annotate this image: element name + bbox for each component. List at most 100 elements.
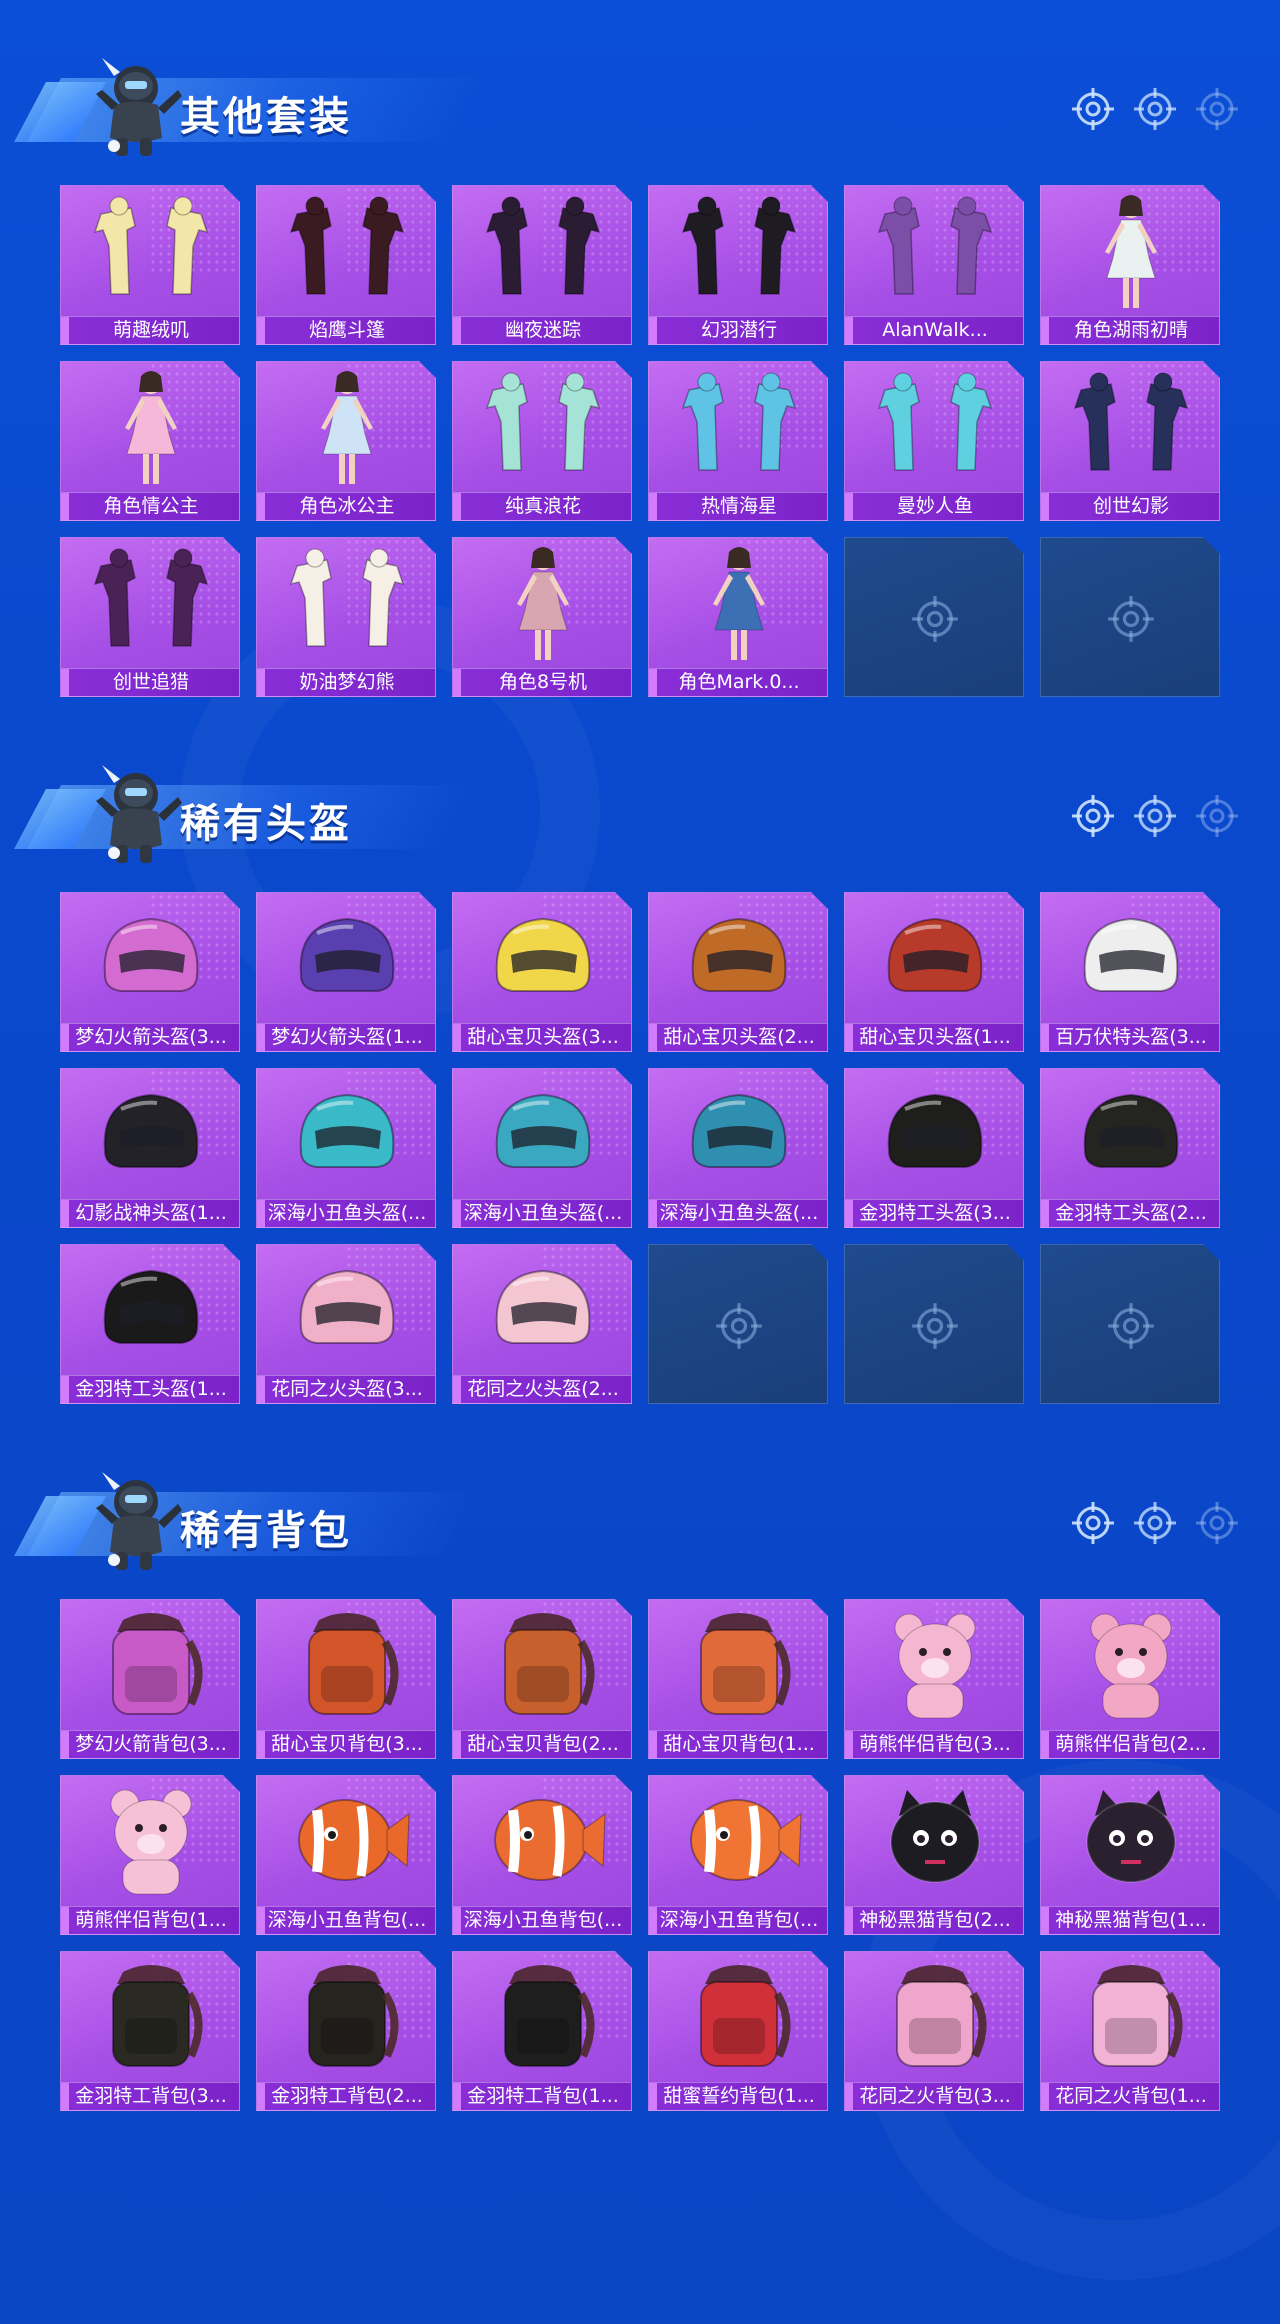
crosshair-icon <box>1070 1500 1116 1546</box>
item-card[interactable]: 甜心宝贝头盔(3... <box>452 892 632 1052</box>
item-card[interactable]: 金羽特工背包(3... <box>60 1951 240 2111</box>
item-card[interactable]: 花同之火背包(1... <box>1040 1951 1220 2111</box>
crosshair-icon <box>910 1301 960 1351</box>
item-label: 花同之火背包(3... <box>845 2082 1023 2110</box>
skydiving-character-icon <box>92 50 182 162</box>
item-card[interactable]: 深海小丑鱼头盔(... <box>452 1068 632 1228</box>
item-label: 花同之火头盔(3... <box>257 1375 435 1403</box>
item-card[interactable]: 奶油梦幻熊 <box>256 537 436 697</box>
item-label: 百万伏特头盔(3... <box>1041 1023 1219 1051</box>
crosshair-icon <box>1070 86 1116 132</box>
item-card[interactable]: 梦幻火箭头盔(1... <box>256 892 436 1052</box>
crosshair-icon <box>1132 793 1178 839</box>
item-label: 萌熊伴侣背包(2... <box>1041 1730 1219 1758</box>
empty-slot <box>1040 537 1220 697</box>
item-card[interactable]: 幻影战神头盔(1... <box>60 1068 240 1228</box>
item-label: 幻羽潜行 <box>649 316 827 344</box>
item-label: 神秘黑猫背包(2... <box>845 1906 1023 1934</box>
item-label: 创世幻影 <box>1041 492 1219 520</box>
crosshair-icon <box>1194 793 1240 839</box>
item-card[interactable]: 梦幻火箭背包(3... <box>60 1599 240 1759</box>
item-card[interactable]: 深海小丑鱼头盔(... <box>648 1068 828 1228</box>
crosshair-icon <box>714 1301 764 1351</box>
item-card[interactable]: 萌熊伴侣背包(3... <box>844 1599 1024 1759</box>
item-card[interactable]: 曼妙人鱼 <box>844 361 1024 521</box>
item-label: 焰鹰斗篷 <box>257 316 435 344</box>
item-card[interactable]: 花同之火背包(3... <box>844 1951 1024 2111</box>
section-header: 其他套装 <box>14 50 482 170</box>
item-label: 幻影战神头盔(1... <box>61 1199 239 1227</box>
section-2: 稀有头盔 梦幻火箭头盔(3... 梦幻火箭头盔(1... 甜心宝贝头盔(3...… <box>0 757 1280 1447</box>
crosshair-icon <box>1132 86 1178 132</box>
item-card[interactable]: 萌趣绒叽 <box>60 185 240 345</box>
item-label: 金羽特工背包(1... <box>453 2082 631 2110</box>
item-card[interactable]: 角色情公主 <box>60 361 240 521</box>
skydiving-character-icon <box>92 1464 182 1576</box>
item-card[interactable]: 金羽特工背包(2... <box>256 1951 436 2111</box>
section-crosshair-decor <box>1070 793 1250 843</box>
item-card[interactable]: 幽夜迷踪 <box>452 185 632 345</box>
crosshair-icon <box>1132 1500 1178 1546</box>
item-label: 金羽特工头盔(1... <box>61 1375 239 1403</box>
section-crosshair-decor <box>1070 1500 1250 1550</box>
item-label: 角色8号机 <box>453 668 631 696</box>
item-card[interactable]: 纯真浪花 <box>452 361 632 521</box>
empty-slot <box>1040 1244 1220 1404</box>
item-card[interactable]: 角色8号机 <box>452 537 632 697</box>
item-card[interactable]: 甜心宝贝头盔(2... <box>648 892 828 1052</box>
item-card[interactable]: 花同之火头盔(3... <box>256 1244 436 1404</box>
item-card[interactable]: 金羽特工背包(1... <box>452 1951 632 2111</box>
item-card[interactable]: 金羽特工头盔(2... <box>1040 1068 1220 1228</box>
item-card[interactable]: 甜心宝贝背包(1... <box>648 1599 828 1759</box>
item-card[interactable]: 角色Mark.0... <box>648 537 828 697</box>
item-label: 甜心宝贝背包(2... <box>453 1730 631 1758</box>
item-label: AlanWalk... <box>845 316 1023 344</box>
item-card[interactable]: 焰鹰斗篷 <box>256 185 436 345</box>
item-card[interactable]: 甜心宝贝背包(2... <box>452 1599 632 1759</box>
item-card[interactable]: 深海小丑鱼背包(... <box>256 1775 436 1935</box>
item-label: 角色湖雨初晴 <box>1041 316 1219 344</box>
item-label: 深海小丑鱼头盔(... <box>649 1199 827 1227</box>
item-card[interactable]: 深海小丑鱼背包(... <box>648 1775 828 1935</box>
section-title: 稀有背包 <box>180 1508 352 1554</box>
item-card[interactable]: 梦幻火箭头盔(3... <box>60 892 240 1052</box>
item-card[interactable]: 甜心宝贝背包(3... <box>256 1599 436 1759</box>
item-card[interactable]: 热情海星 <box>648 361 828 521</box>
item-label: 深海小丑鱼头盔(... <box>453 1199 631 1227</box>
item-label: 曼妙人鱼 <box>845 492 1023 520</box>
item-card[interactable]: 花同之火头盔(2... <box>452 1244 632 1404</box>
item-card[interactable]: 金羽特工头盔(1... <box>60 1244 240 1404</box>
item-card[interactable]: 深海小丑鱼头盔(... <box>256 1068 436 1228</box>
item-card[interactable]: 甜心宝贝头盔(1... <box>844 892 1024 1052</box>
item-card[interactable]: 深海小丑鱼背包(... <box>452 1775 632 1935</box>
item-label: 梦幻火箭头盔(1... <box>257 1023 435 1051</box>
item-card[interactable]: AlanWalk... <box>844 185 1024 345</box>
item-card[interactable]: 萌熊伴侣背包(2... <box>1040 1599 1220 1759</box>
item-label: 金羽特工头盔(3... <box>845 1199 1023 1227</box>
crosshair-icon <box>1070 793 1116 839</box>
item-card[interactable]: 角色湖雨初晴 <box>1040 185 1220 345</box>
item-card[interactable]: 神秘黑猫背包(2... <box>844 1775 1024 1935</box>
item-card[interactable]: 萌熊伴侣背包(1... <box>60 1775 240 1935</box>
item-card[interactable]: 幻羽潜行 <box>648 185 828 345</box>
crosshair-icon <box>910 594 960 644</box>
item-label: 金羽特工头盔(2... <box>1041 1199 1219 1227</box>
item-card[interactable]: 创世幻影 <box>1040 361 1220 521</box>
item-label: 创世追猎 <box>61 668 239 696</box>
item-label: 纯真浪花 <box>453 492 631 520</box>
item-label: 萌趣绒叽 <box>61 316 239 344</box>
crosshair-icon <box>1106 594 1156 644</box>
item-label: 热情海星 <box>649 492 827 520</box>
item-label: 萌熊伴侣背包(1... <box>61 1906 239 1934</box>
item-label: 神秘黑猫背包(1... <box>1041 1906 1219 1934</box>
item-card[interactable]: 金羽特工头盔(3... <box>844 1068 1024 1228</box>
item-card[interactable]: 创世追猎 <box>60 537 240 697</box>
item-label: 深海小丑鱼背包(... <box>453 1906 631 1934</box>
item-label: 花同之火头盔(2... <box>453 1375 631 1403</box>
item-card[interactable]: 角色冰公主 <box>256 361 436 521</box>
item-card[interactable]: 神秘黑猫背包(1... <box>1040 1775 1220 1935</box>
item-label: 甜心宝贝背包(1... <box>649 1730 827 1758</box>
item-label: 角色Mark.0... <box>649 668 827 696</box>
item-card[interactable]: 甜蜜誓约背包(1... <box>648 1951 828 2111</box>
item-card[interactable]: 百万伏特头盔(3... <box>1040 892 1220 1052</box>
